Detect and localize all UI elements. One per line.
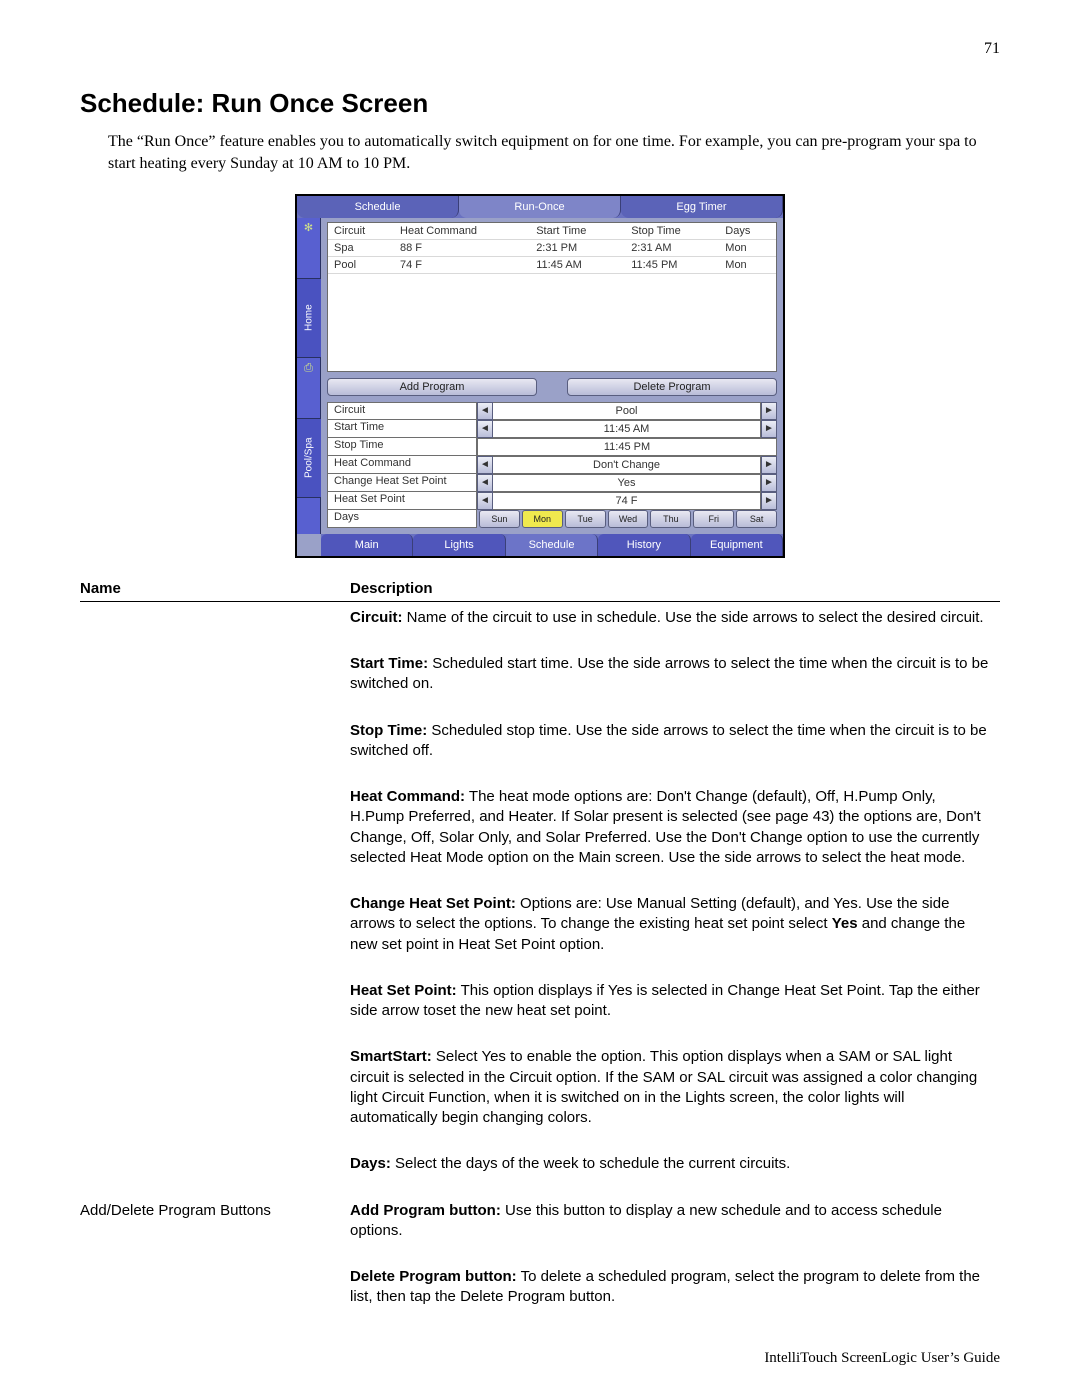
row-description: Delete Program button: To delete a sched…: [350, 1261, 1000, 1328]
row-description: Heat Set Point: This option displays if …: [350, 975, 1000, 1042]
tab-schedule-bottom[interactable]: Schedule: [506, 534, 598, 556]
cell: 88 F: [394, 239, 530, 256]
header-description: Description: [350, 576, 1000, 602]
day-pill-tue[interactable]: Tue: [565, 510, 606, 528]
home-button[interactable]: Home: [297, 278, 321, 358]
row-description: Heat Command: The heat mode options are:…: [350, 781, 1000, 888]
arrow-left-icon[interactable]: ◄: [477, 420, 493, 438]
tab-schedule[interactable]: Schedule: [297, 196, 459, 218]
arrow-left-icon[interactable]: ◄: [477, 474, 493, 492]
arrow-right-icon[interactable]: ►: [761, 492, 777, 510]
arrow-left-icon[interactable]: ◄: [477, 492, 493, 510]
top-tab-bar: Schedule Run-Once Egg Timer: [297, 196, 783, 218]
tab-run-once[interactable]: Run-Once: [459, 196, 621, 218]
footer-text: IntelliTouch ScreenLogic User’s Guide: [764, 1350, 1000, 1367]
cell: Mon: [719, 256, 776, 273]
cell: 74 F: [394, 256, 530, 273]
intro-paragraph: The “Run Once” feature enables you to au…: [108, 131, 1000, 176]
col-circuit: Circuit: [328, 223, 394, 240]
label-start-time: Start Time: [327, 420, 477, 438]
row-description: Days: Select the days of the week to sch…: [350, 1148, 1000, 1194]
label-heat-command: Heat Command: [327, 456, 477, 474]
cell: Spa: [328, 239, 394, 256]
row-name: [80, 715, 350, 782]
value-heat-command: Don't Change: [493, 456, 761, 474]
row-name: [80, 1148, 350, 1194]
row-description: Add Program button: Use this button to d…: [350, 1195, 1000, 1262]
page-title: Schedule: Run Once Screen: [80, 88, 1000, 119]
description-table: Name Description Circuit: Name of the ci…: [80, 576, 1000, 1328]
arrow-right-icon[interactable]: ►: [761, 456, 777, 474]
tab-main[interactable]: Main: [321, 534, 413, 556]
arrow-left-icon[interactable]: ◄: [477, 402, 493, 420]
tab-equipment[interactable]: Equipment: [691, 534, 783, 556]
cell: 2:31 PM: [530, 239, 625, 256]
app-screenshot: Schedule Run-Once Egg Timer ✻ Home ⎙ Poo…: [295, 194, 785, 558]
row-name: [80, 601, 350, 648]
row-description: Circuit: Name of the circuit to use in s…: [350, 601, 1000, 648]
label-circuit: Circuit: [327, 402, 477, 420]
row-name: Add/Delete Program Buttons: [80, 1195, 350, 1262]
row-description: Start Time: Scheduled start time. Use th…: [350, 648, 1000, 715]
row-name: [80, 975, 350, 1042]
value-start-time: 11:45 AM: [493, 420, 761, 438]
header-name: Name: [80, 576, 350, 602]
tab-egg-timer[interactable]: Egg Timer: [621, 196, 783, 218]
day-pill-sat[interactable]: Sat: [736, 510, 777, 528]
poolspa-button[interactable]: Pool/Spa: [297, 418, 321, 498]
cell: 11:45 AM: [530, 256, 625, 273]
row-name: [80, 1041, 350, 1148]
col-start-time: Start Time: [530, 223, 625, 240]
row-name: [80, 648, 350, 715]
row-description: SmartStart: Select Yes to enable the opt…: [350, 1041, 1000, 1148]
day-pill-fri[interactable]: Fri: [693, 510, 734, 528]
arrow-right-icon[interactable]: ►: [761, 402, 777, 420]
program-list[interactable]: Circuit Heat Command Start Time Stop Tim…: [327, 222, 777, 372]
day-pill-wed[interactable]: Wed: [608, 510, 649, 528]
day-pill-sun[interactable]: Sun: [479, 510, 520, 528]
day-pill-thu[interactable]: Thu: [650, 510, 691, 528]
delete-program-button[interactable]: Delete Program: [567, 378, 777, 396]
value-heat-set-point: 74 F: [493, 492, 761, 510]
day-pill-mon[interactable]: Mon: [522, 510, 563, 528]
left-rail: ✻ Home ⎙ Pool/Spa: [297, 218, 321, 534]
label-days: Days: [327, 510, 477, 528]
cell: Mon: [719, 239, 776, 256]
settings-panel: Circuit ◄ Pool ► Start Time ◄ 11:45 AM ►…: [327, 402, 777, 528]
col-stop-time: Stop Time: [625, 223, 719, 240]
row-name: [80, 1261, 350, 1328]
tab-history[interactable]: History: [598, 534, 690, 556]
value-stop-time: 11:45 PM: [477, 438, 777, 456]
col-days: Days: [719, 223, 776, 240]
cell: 2:31 AM: [625, 239, 719, 256]
arrow-right-icon[interactable]: ►: [761, 474, 777, 492]
page-number: 71: [80, 40, 1000, 58]
value-change-heat-set-point: Yes: [493, 474, 761, 492]
cell: Pool: [328, 256, 394, 273]
arrow-right-icon[interactable]: ►: [761, 420, 777, 438]
print-icon[interactable]: ⎙: [297, 358, 320, 378]
value-circuit: Pool: [493, 402, 761, 420]
row-name: [80, 781, 350, 888]
label-heat-set-point: Heat Set Point: [327, 492, 477, 510]
col-heat-command: Heat Command: [394, 223, 530, 240]
tab-lights[interactable]: Lights: [413, 534, 505, 556]
row-name: [80, 888, 350, 975]
table-row[interactable]: Pool 74 F 11:45 AM 11:45 PM Mon: [328, 256, 776, 273]
table-row[interactable]: Spa 88 F 2:31 PM 2:31 AM Mon: [328, 239, 776, 256]
day-selector: Sun Mon Tue Wed Thu Fri Sat: [477, 510, 777, 528]
label-change-heat-set-point: Change Heat Set Point: [327, 474, 477, 492]
bottom-tab-bar: Main Lights Schedule History Equipment: [321, 534, 783, 556]
cell: 11:45 PM: [625, 256, 719, 273]
label-stop-time: Stop Time: [327, 438, 477, 456]
row-description: Change Heat Set Point: Options are: Use …: [350, 888, 1000, 975]
arrow-left-icon[interactable]: ◄: [477, 456, 493, 474]
add-program-button[interactable]: Add Program: [327, 378, 537, 396]
status-icon: ✻: [297, 218, 320, 238]
row-description: Stop Time: Scheduled stop time. Use the …: [350, 715, 1000, 782]
